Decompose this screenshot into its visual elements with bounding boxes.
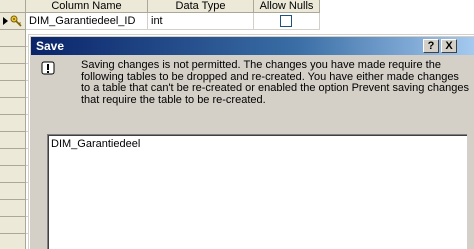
save-dialog: Save ? X Saving changes is not permitted… [28, 34, 474, 249]
row-selector[interactable] [0, 234, 26, 249]
dialog-title-bar[interactable]: Save ? X [31, 37, 474, 55]
row-selector-header [0, 0, 26, 13]
warning-icon [41, 61, 55, 75]
row-selector[interactable] [0, 132, 26, 149]
current-row-arrow-icon [3, 17, 8, 25]
row-selector[interactable] [0, 166, 26, 183]
column-name-value: DIM_Garantiedeel_ID [29, 15, 136, 27]
column-name-cell[interactable]: DIM_Garantiedeel_ID [26, 13, 148, 30]
row-selector[interactable] [0, 183, 26, 200]
row-selector[interactable] [0, 98, 26, 115]
list-item[interactable]: DIM_Garantiedeel [51, 138, 140, 150]
table-row[interactable]: DIM_Garantiedeel_ID int [0, 13, 320, 30]
affected-tables-list[interactable]: DIM_Garantiedeel [47, 134, 467, 249]
row-selector[interactable] [0, 149, 26, 166]
grid-header: Column Name Data Type Allow Nulls [0, 0, 474, 13]
header-empty-area [320, 0, 474, 13]
data-type-cell[interactable]: int [148, 13, 254, 30]
allow-nulls-header[interactable]: Allow Nulls [254, 0, 320, 13]
row-selector[interactable] [0, 30, 26, 47]
data-type-header[interactable]: Data Type [148, 0, 254, 13]
column-name-header[interactable]: Column Name [26, 0, 148, 13]
row-selector[interactable] [0, 217, 26, 234]
row-selector[interactable] [0, 200, 26, 217]
row-selector[interactable] [0, 64, 26, 81]
row-selector[interactable] [0, 47, 26, 64]
primary-key-icon [10, 15, 22, 27]
dialog-message: Saving changes is not permitted. The cha… [81, 59, 469, 106]
allow-nulls-checkbox[interactable] [280, 15, 292, 27]
row-selector[interactable] [0, 13, 26, 30]
row-selector[interactable] [0, 81, 26, 98]
row-selector[interactable] [0, 115, 26, 132]
close-button[interactable]: X [441, 39, 457, 53]
allow-nulls-cell [254, 13, 320, 30]
help-button[interactable]: ? [423, 39, 439, 53]
dialog-title: Save [36, 39, 65, 53]
